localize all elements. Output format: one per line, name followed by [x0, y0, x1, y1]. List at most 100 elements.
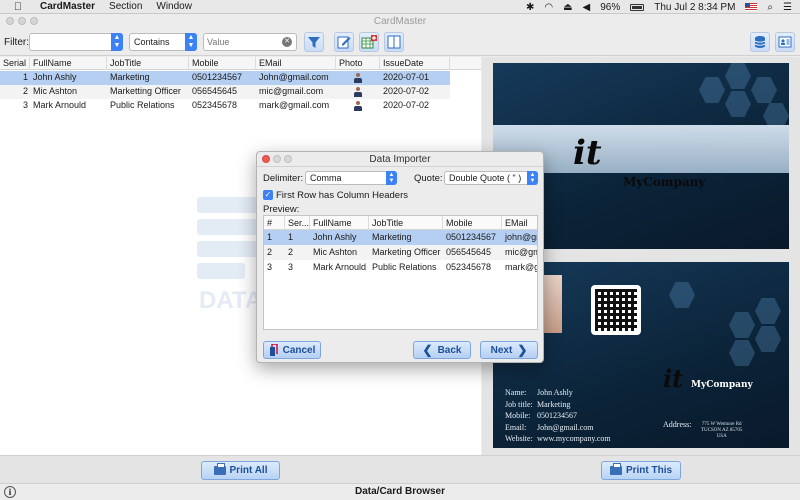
cancel-button[interactable]: Cancel — [263, 341, 321, 359]
table-row[interactable]: 1 John Ashly Marketing 0501234567 John@g… — [0, 71, 450, 85]
cell-jobtitle: Marketting Officer — [110, 86, 181, 96]
chevron-updown-icon: ▲ ▼ — [386, 171, 397, 185]
header-row-checkbox-label[interactable]: First Row has Column Headers — [276, 190, 408, 201]
preview-cell: Marketing Officer — [372, 247, 441, 257]
edit-record-button[interactable] — [334, 32, 354, 52]
delimiter-select[interactable]: Comma ▲ ▼ — [305, 171, 397, 185]
close-window-button[interactable] — [6, 17, 14, 25]
preview-col-header[interactable]: JobTitle — [369, 216, 443, 230]
column-header-email[interactable]: EMail — [256, 57, 336, 70]
battery-icon[interactable] — [630, 3, 645, 11]
card-label-jobtitle: Job title: — [505, 399, 533, 409]
cell-fullname: Mark Arnould — [33, 100, 87, 110]
minimize-window-button[interactable] — [18, 17, 26, 25]
dialog-zoom-button[interactable] — [284, 155, 292, 163]
preview-cell: 3 — [267, 262, 273, 272]
preview-cell: 0501234567 — [446, 232, 497, 242]
cell-mobile: 056545645 — [192, 86, 238, 96]
preview-col-header[interactable]: FullName — [310, 216, 369, 230]
toggle-card-panel-button[interactable] — [384, 32, 404, 52]
dialog-window-controls — [262, 155, 292, 163]
chevron-updown-icon: ▲ ▼ — [527, 171, 538, 185]
filter-operator-combo[interactable]: Contains ▲ ▼ — [129, 33, 197, 51]
preview-col-header[interactable]: EMail — [502, 216, 537, 230]
wifi-icon[interactable]: ◠ — [544, 2, 553, 13]
photo-thumbnail — [354, 73, 362, 83]
column-header-fullname[interactable]: FullName — [30, 57, 107, 70]
card-label-name: Name: — [505, 388, 527, 397]
back-button[interactable]: ❮ Back — [413, 341, 471, 359]
print-all-button[interactable]: Print All — [201, 461, 280, 480]
zoom-window-button[interactable] — [30, 17, 38, 25]
database-button[interactable] — [750, 32, 770, 52]
print-this-button[interactable]: Print This — [601, 461, 681, 480]
menu-window[interactable]: Window — [156, 1, 192, 12]
column-header-jobtitle[interactable]: JobTitle — [107, 57, 189, 70]
chevron-updown-icon[interactable]: ▲ ▼ — [111, 33, 123, 51]
filter-value-input[interactable] — [207, 35, 285, 49]
clear-icon[interactable]: ✕ — [282, 37, 292, 47]
bluetooth-icon[interactable]: ✱ — [526, 2, 534, 13]
preview-cell: 3 — [288, 262, 294, 272]
apply-filter-button[interactable] — [304, 32, 324, 52]
delimiter-label: Delimiter: — [263, 173, 304, 184]
cell-email: mic@gmail.com — [259, 86, 324, 96]
preview-cell: 056545645 — [446, 247, 492, 257]
preview-col-header[interactable]: # — [264, 216, 285, 230]
filter-field-combo[interactable]: ▲ ▼ — [29, 33, 123, 51]
cell-fullname: Mic Ashton — [33, 86, 78, 96]
preview-row[interactable]: 1 1 John Ashly Marketing 0501234567 john… — [264, 230, 537, 245]
table-row[interactable]: 3 Mark Arnould Public Relations 05234567… — [0, 99, 450, 113]
id-card-icon — [778, 36, 792, 48]
preview-row[interactable]: 3 3 Mark Arnould Public Relations 052345… — [264, 260, 537, 275]
print-all-label: Print All — [229, 465, 268, 476]
import-data-button[interactable] — [359, 32, 379, 52]
menu-app-name[interactable]: CardMaster — [40, 1, 95, 12]
card-value-name: John Ashly — [537, 388, 573, 397]
clock[interactable]: Thu Jul 2 8:34 PM — [654, 2, 735, 13]
edit-icon — [337, 36, 351, 49]
preview-col-header[interactable]: Mobile — [443, 216, 502, 230]
window-title: CardMaster — [373, 16, 427, 27]
search-icon[interactable]: ⌕ — [767, 2, 773, 13]
watermark-text: DATA — [199, 287, 263, 314]
chevron-updown-icon[interactable]: ▲ ▼ — [185, 33, 197, 51]
table-header: Serial FullName JobTitle Mobile EMail Ph… — [0, 57, 481, 70]
quote-select[interactable]: Double Quote ( " ) ▲ ▼ — [444, 171, 538, 185]
column-header-mobile[interactable]: Mobile — [189, 57, 256, 70]
dialog-minimize-button[interactable] — [273, 155, 281, 163]
dialog-titlebar: Data Importer — [257, 152, 543, 167]
preview-table[interactable]: # Ser... FullName JobTitle Mobile EMail … — [263, 215, 538, 330]
apple-icon[interactable]:  — [10, 1, 26, 13]
control-center-icon[interactable]: ☰ — [783, 2, 792, 13]
card-value-jobtitle: Marketing — [537, 399, 571, 409]
menu-section[interactable]: Section — [109, 1, 142, 12]
cancel-button-label: Cancel — [282, 344, 316, 356]
preview-cell: Mic Ashton — [313, 247, 358, 257]
dialog-title: Data Importer — [369, 154, 431, 165]
eject-icon[interactable]: ⏏ — [563, 2, 572, 13]
chevron-left-icon: ❮ — [422, 343, 433, 357]
preview-cell: john@gmail.com — [505, 232, 537, 242]
spreadsheet-add-icon — [361, 35, 377, 49]
quote-label: Quote: — [414, 173, 443, 184]
card-design-button[interactable] — [775, 32, 795, 52]
dialog-close-button[interactable] — [262, 155, 270, 163]
input-source-flag-icon[interactable] — [745, 3, 758, 11]
next-button[interactable]: Next ❯ — [480, 341, 538, 359]
header-row-checkbox[interactable]: ✓ — [263, 190, 273, 200]
preview-row[interactable]: 2 2 Mic Ashton Marketing Officer 0565456… — [264, 245, 537, 260]
volume-icon[interactable]: ◀ — [583, 2, 591, 13]
column-header-issuedate[interactable]: IssueDate — [380, 57, 450, 70]
cancel-icon — [269, 344, 278, 356]
table-row[interactable]: 2 Mic Ashton Marketting Officer 05654564… — [0, 85, 450, 99]
preview-col-header[interactable]: Ser... — [285, 216, 310, 230]
column-header-serial[interactable]: Serial — [0, 57, 30, 70]
cell-serial: 3 — [22, 100, 28, 110]
cell-mobile: 0501234567 — [192, 72, 243, 82]
info-icon[interactable]: i — [4, 486, 16, 498]
split-view-icon — [387, 35, 401, 49]
card-address-label: Address: — [663, 420, 692, 429]
cell-issuedate: 2020-07-02 — [383, 100, 430, 110]
column-header-photo[interactable]: Photo — [336, 57, 380, 70]
